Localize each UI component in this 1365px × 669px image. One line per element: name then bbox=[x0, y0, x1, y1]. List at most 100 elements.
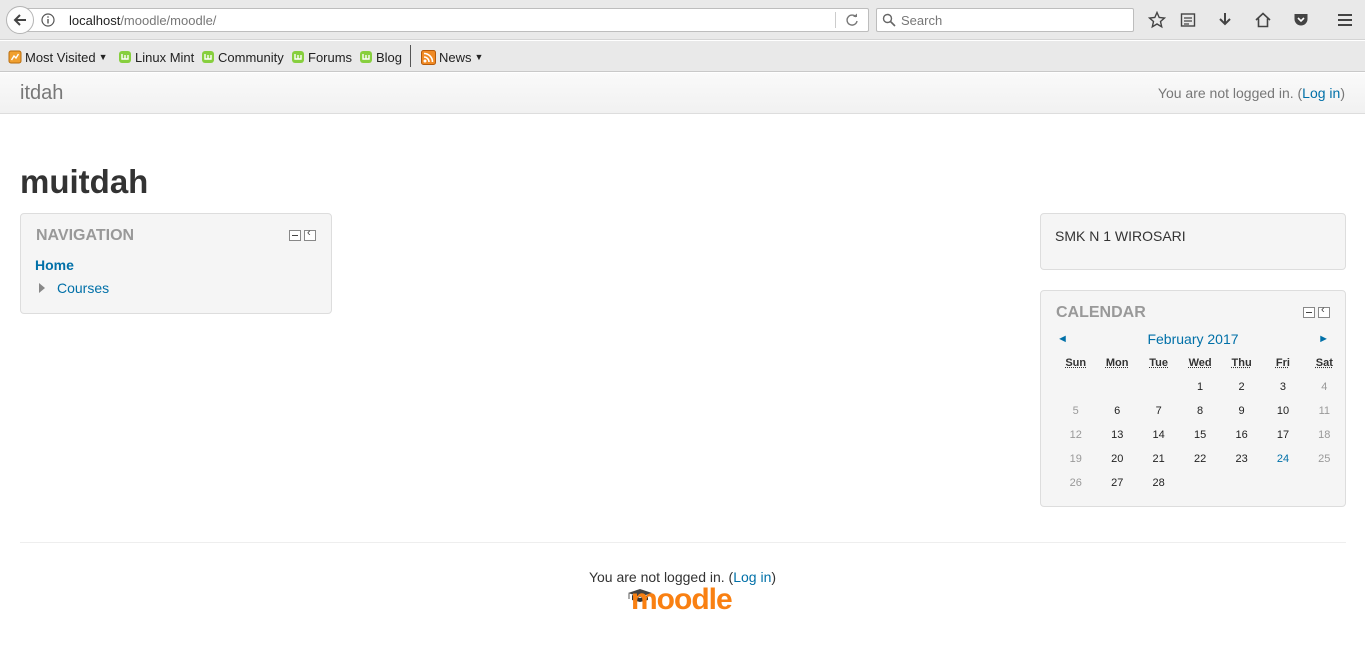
calendar-month-link[interactable]: February 2017 bbox=[1147, 331, 1238, 347]
block-title: CALENDAR bbox=[1056, 304, 1146, 321]
weekday-fri: Fri bbox=[1275, 357, 1290, 369]
nav-home-link[interactable]: Home bbox=[35, 257, 74, 273]
calendar-days: 1 2 3 4 5 6 7 8 9 10 11 12 13 14 15 16 17 18 19 20 21 22 23 24 2… bbox=[1055, 375, 1345, 495]
login-link[interactable]: Log in bbox=[1302, 85, 1340, 101]
moodle-logo[interactable]: moodle bbox=[627, 583, 742, 621]
calendar-week-row: 1234 bbox=[1055, 375, 1345, 399]
weekday-sat: Sat bbox=[1315, 357, 1333, 369]
site-brand[interactable]: itdah bbox=[20, 82, 63, 105]
browser-toolbar: localhost/moodle/moodle/ Search bbox=[0, 0, 1365, 40]
mint-icon bbox=[202, 51, 214, 63]
block-controls bbox=[289, 227, 316, 241]
mint-icon bbox=[119, 51, 131, 63]
block-title: NAVIGATION bbox=[36, 227, 135, 244]
pocket-icon[interactable] bbox=[1291, 10, 1311, 30]
dock-icon[interactable] bbox=[1318, 304, 1330, 318]
calendar-day[interactable]: 3 bbox=[1262, 375, 1303, 399]
download-icon[interactable] bbox=[1215, 10, 1235, 30]
calendar-week-row: 26 27 28 bbox=[1055, 471, 1345, 495]
reading-list-icon[interactable] bbox=[1178, 10, 1198, 30]
expand-arrow-icon[interactable] bbox=[39, 283, 45, 293]
calendar-day[interactable]: 25 bbox=[1304, 447, 1345, 471]
search-placeholder: Search bbox=[901, 13, 943, 28]
weekday-mon: Mon bbox=[1105, 357, 1129, 369]
calendar-empty-cell bbox=[1096, 375, 1138, 399]
calendar-week-row: 12 13 14 15 16 17 18 bbox=[1055, 423, 1345, 447]
calendar-day[interactable]: 15 bbox=[1179, 423, 1221, 447]
calendar-day[interactable]: 26 bbox=[1055, 471, 1096, 495]
calendar-empty-cell bbox=[1055, 375, 1096, 399]
calendar-day[interactable]: 12 bbox=[1055, 423, 1096, 447]
chevron-down-icon: ▼ bbox=[98, 52, 108, 62]
home-icon[interactable] bbox=[1253, 10, 1273, 30]
nav-courses-link[interactable]: Courses bbox=[57, 280, 109, 296]
calendar-empty-cell bbox=[1179, 471, 1221, 495]
menu-icon[interactable] bbox=[1335, 10, 1355, 30]
bookmark-linux-mint[interactable]: Linux Mint bbox=[118, 48, 194, 66]
calendar-day[interactable]: 16 bbox=[1221, 423, 1262, 447]
chevron-down-icon: ▼ bbox=[474, 52, 484, 62]
weekday-wed: Wed bbox=[1188, 357, 1212, 369]
calendar-day[interactable]: 21 bbox=[1138, 447, 1179, 471]
bookmark-community[interactable]: Community bbox=[201, 48, 284, 66]
weekday-thu: Thu bbox=[1231, 357, 1252, 369]
calendar-day[interactable]: 4 bbox=[1304, 375, 1345, 399]
reload-icon[interactable] bbox=[845, 13, 859, 27]
calendar-empty-cell bbox=[1138, 375, 1179, 399]
bookmark-star-icon[interactable] bbox=[1147, 10, 1167, 30]
calendar-day[interactable]: 1 bbox=[1179, 375, 1221, 399]
calendar-day[interactable]: 22 bbox=[1179, 447, 1221, 471]
block-controls bbox=[1303, 304, 1330, 318]
next-month-icon[interactable]: ► bbox=[1318, 333, 1329, 345]
calendar-day[interactable]: 9 bbox=[1221, 399, 1262, 423]
calendar-week-row: 19 20 21 22 23 24 25 bbox=[1055, 447, 1345, 471]
footer-login-link[interactable]: Log in bbox=[733, 569, 771, 585]
mint-icon bbox=[360, 51, 372, 63]
minimize-icon[interactable] bbox=[289, 230, 301, 241]
calendar-day[interactable]: 17 bbox=[1262, 423, 1303, 447]
calendar-day[interactable]: 2 bbox=[1221, 375, 1262, 399]
bookmark-most-visited[interactable]: Most Visited ▼ bbox=[8, 48, 108, 66]
bookmark-news[interactable]: News ▼ bbox=[421, 48, 483, 66]
calendar-block: CALENDAR ◄ February 2017 ► Sun Mon Tue W… bbox=[1040, 290, 1346, 507]
back-arrow-icon bbox=[13, 14, 26, 26]
calendar-day[interactable]: 7 bbox=[1138, 399, 1179, 423]
url-bar[interactable]: localhost/moodle/moodle/ bbox=[24, 8, 869, 32]
rss-icon bbox=[421, 49, 436, 65]
search-bar[interactable]: Search bbox=[876, 8, 1134, 32]
site-navbar: itdah You are not logged in. (Log in) bbox=[0, 73, 1365, 114]
calendar-day[interactable]: 28 bbox=[1138, 471, 1179, 495]
calendar-day[interactable]: 23 bbox=[1221, 447, 1262, 471]
calendar-day[interactable]: 8 bbox=[1179, 399, 1221, 423]
calendar-day[interactable]: 18 bbox=[1304, 423, 1345, 447]
back-button[interactable] bbox=[6, 6, 34, 34]
minimize-icon[interactable] bbox=[1303, 307, 1315, 318]
calendar-day[interactable]: 6 bbox=[1096, 399, 1138, 423]
calendar-day[interactable]: 20 bbox=[1096, 447, 1138, 471]
dock-icon[interactable] bbox=[304, 227, 316, 241]
calendar-day[interactable]: 14 bbox=[1138, 423, 1179, 447]
bookmark-forums[interactable]: Forums bbox=[291, 48, 352, 66]
bookmark-blog[interactable]: Blog bbox=[359, 48, 402, 66]
calendar-day[interactable]: 10 bbox=[1262, 399, 1303, 423]
url-separator bbox=[835, 12, 836, 28]
footer-divider bbox=[20, 542, 1346, 543]
page-title: muitdah bbox=[20, 163, 149, 200]
nav-courses-item[interactable]: Courses bbox=[39, 280, 109, 296]
login-info: You are not logged in. (Log in) bbox=[1157, 85, 1345, 101]
weekday-tue: Tue bbox=[1149, 357, 1169, 369]
search-icon bbox=[882, 13, 896, 27]
calendar-day[interactable]: 13 bbox=[1096, 423, 1138, 447]
calendar-day[interactable]: 19 bbox=[1055, 447, 1096, 471]
navigation-block: NAVIGATION Home Courses bbox=[20, 213, 332, 314]
calendar-empty-cell bbox=[1304, 471, 1345, 495]
info-icon[interactable] bbox=[41, 13, 55, 27]
calendar-day[interactable]: 24 bbox=[1262, 447, 1303, 471]
calendar-day[interactable]: 11 bbox=[1304, 399, 1345, 423]
calendar-day[interactable]: 5 bbox=[1055, 399, 1096, 423]
mint-icon bbox=[292, 51, 304, 63]
weekday-header-row: Sun Mon Tue Wed Thu Fri Sat bbox=[1055, 351, 1345, 375]
url-text[interactable]: localhost/moodle/moodle/ bbox=[69, 13, 216, 28]
calendar-day[interactable]: 27 bbox=[1096, 471, 1138, 495]
school-name: SMK N 1 WIROSARI bbox=[1055, 228, 1186, 244]
